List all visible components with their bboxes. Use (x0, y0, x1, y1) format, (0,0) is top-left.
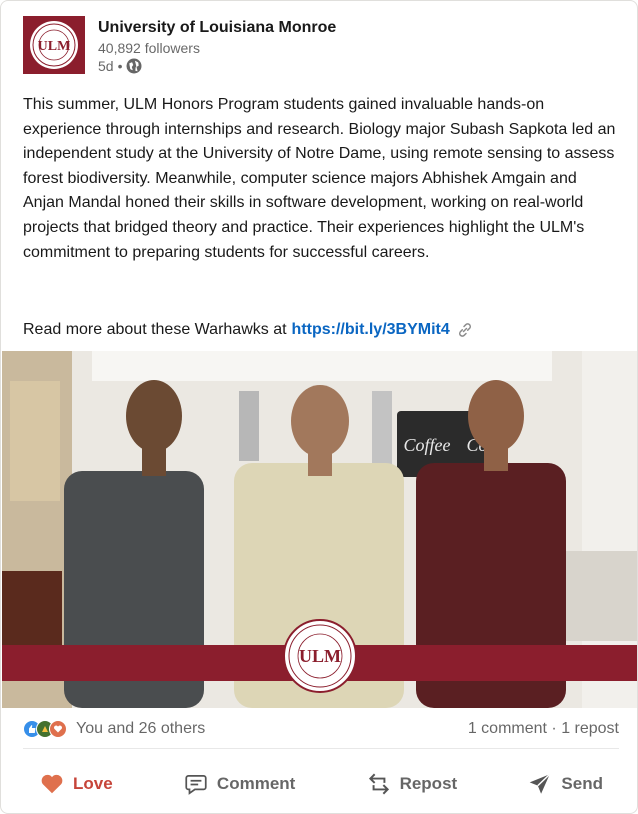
reactions-summary[interactable]: You and 26 others (23, 720, 205, 738)
follower-count: 40,892 followers (98, 40, 200, 56)
love-label: Love (73, 774, 113, 793)
read-more-text: Read more about these Warhawks at (23, 321, 287, 338)
link-icon (456, 321, 474, 339)
repost-label: Repost (399, 774, 458, 793)
repost-icon (368, 773, 389, 795)
post-time: 5d (98, 58, 114, 74)
dot-separator: • (117, 58, 123, 74)
post-meta: 5d • (98, 57, 336, 75)
send-button[interactable]: Send (519, 761, 611, 807)
comment-repost-counts: 1 comment · 1 repost (468, 720, 619, 738)
comment-icon (185, 775, 207, 795)
reactions-text: You and 26 others (76, 720, 206, 737)
love-reaction-icon (49, 720, 67, 738)
author-name[interactable]: University of Louisiana Monroe (98, 18, 336, 38)
comment-count[interactable]: 1 comment (468, 720, 547, 737)
sign-text-1: Coffee (404, 435, 451, 455)
post-body-text: This summer, ULM Honors Program students… (23, 96, 616, 261)
logo-text: ULM (38, 39, 71, 54)
send-label: Send (561, 774, 603, 793)
post-header: ULM University of Louisiana Monroe 40,89… (23, 16, 623, 76)
count-separator: · (546, 720, 562, 737)
comment-button[interactable]: Comment (175, 761, 303, 807)
repost-button[interactable]: Repost (358, 761, 466, 807)
post-image[interactable]: Coffee Co ULM (2, 351, 637, 708)
comment-label: Comment (216, 774, 296, 793)
globe-icon (126, 58, 142, 74)
repost-count[interactable]: 1 repost (561, 720, 619, 737)
reaction-icons (23, 720, 67, 738)
ulm-logo[interactable]: ULM (23, 16, 85, 74)
heart-icon (41, 774, 63, 794)
post-link[interactable]: https://bit.ly/3BYMit4 (292, 318, 450, 342)
post-body: This summer, ULM Honors Program students… (23, 93, 619, 265)
social-counts: You and 26 others 1 comment · 1 repost (23, 717, 619, 741)
action-bar: Love Comment Repost Send (31, 761, 611, 807)
love-button[interactable]: Love (31, 761, 121, 807)
send-icon (530, 773, 551, 794)
divider (23, 748, 619, 749)
post-card: ULM University of Louisiana Monroe 40,89… (0, 0, 638, 814)
banner-logo-text: ULM (299, 646, 341, 666)
read-more-line: Read more about these Warhawks at https:… (23, 318, 474, 342)
